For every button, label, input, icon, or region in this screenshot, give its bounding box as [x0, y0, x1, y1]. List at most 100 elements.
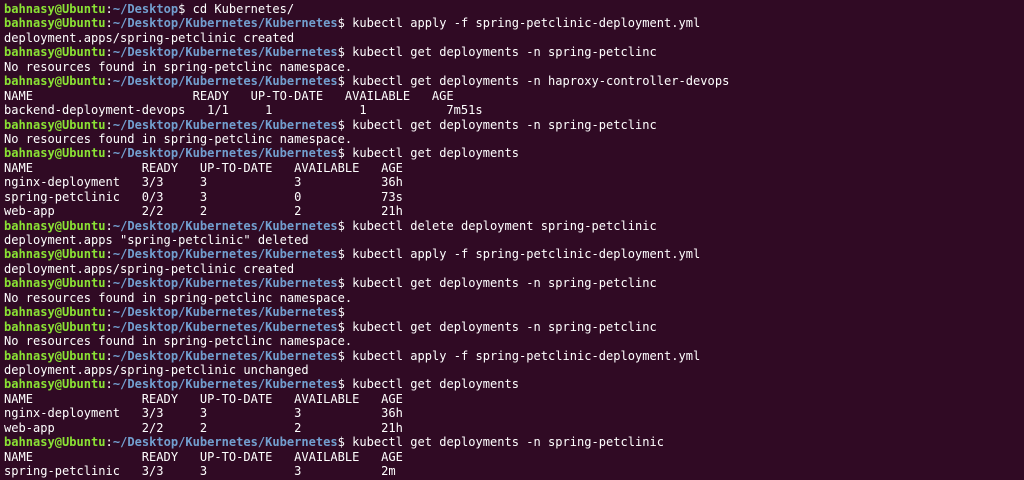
output-text: NAME READY UP-TO-DATE AVAILABLE AGE — [4, 160, 403, 175]
prompt-path: ~/Desktop/Kubernetes/Kubernetes — [112, 319, 338, 334]
output-line: web-app 2/2 2 2 21h — [4, 204, 1024, 218]
output-line: NAME READY UP-TO-DATE AVAILABLE AGE — [4, 392, 1024, 406]
prompt-separator: : — [105, 2, 113, 16]
prompt-separator: : — [105, 276, 113, 291]
prompt-symbol: $ — [337, 435, 353, 450]
command-text: kubectl get deployments -n haproxy-contr… — [352, 74, 730, 89]
output-text: spring-petclinic 0/3 3 0 73s — [4, 189, 403, 204]
prompt-path: ~/Desktop/Kubernetes/Kubernetes — [112, 305, 338, 320]
prompt-separator: : — [105, 74, 113, 89]
output-text: deployment.apps/spring-petclinic created — [4, 30, 295, 45]
output-text: nginx-deployment 3/3 3 3 36h — [4, 175, 403, 190]
output-text: No resources found in spring-petclinc na… — [4, 290, 353, 305]
output-line: deployment.apps/spring-petclinic created — [4, 31, 1024, 45]
command-text: kubectl get deployments -n spring-petcli… — [352, 117, 657, 132]
prompt-symbol: $ — [337, 146, 353, 161]
prompt-separator: : — [105, 319, 113, 334]
prompt-line: bahnasy@Ubuntu:~/Desktop/Kubernetes/Kube… — [4, 45, 1024, 59]
output-line: spring-petclinic 0/3 3 0 73s — [4, 190, 1024, 204]
prompt-path: ~/Desktop/Kubernetes/Kubernetes — [112, 218, 338, 233]
output-line: No resources found in spring-petclinc na… — [4, 291, 1024, 305]
command-text: kubectl apply -f spring-petclinic-deploy… — [352, 348, 701, 363]
prompt-line: bahnasy@Ubuntu:~/Desktop/Kubernetes/Kube… — [4, 276, 1024, 290]
output-line: NAME READY UP-TO-DATE AVAILABLE AGE — [4, 161, 1024, 175]
prompt-separator: : — [105, 377, 113, 392]
command-text: kubectl get deployments -n spring-petcli… — [352, 435, 665, 450]
prompt-line: bahnasy@Ubuntu:~/Desktop/Kubernetes/Kube… — [4, 377, 1024, 391]
prompt-path: ~/Desktop/Kubernetes/Kubernetes — [112, 377, 338, 392]
prompt-user: bahnasy@Ubuntu — [4, 74, 106, 89]
output-line: nginx-deployment 3/3 3 3 36h — [4, 406, 1024, 420]
prompt-separator: : — [105, 247, 113, 262]
command-text: kubectl get deployments — [352, 377, 519, 392]
prompt-user: bahnasy@Ubuntu — [4, 247, 106, 262]
output-text: spring-petclinic 3/3 3 3 2m — [4, 464, 396, 478]
prompt-user: bahnasy@Ubuntu — [4, 305, 106, 320]
prompt-symbol: $ — [337, 305, 345, 320]
prompt-separator: : — [105, 348, 113, 363]
prompt-user: bahnasy@Ubuntu — [4, 16, 106, 31]
prompt-user: bahnasy@Ubuntu — [4, 117, 106, 132]
command-text: kubectl delete deployment spring-petclin… — [352, 218, 657, 233]
prompt-symbol: $ — [337, 45, 353, 60]
prompt-user: bahnasy@Ubuntu — [4, 435, 106, 450]
prompt-symbol: $ — [337, 218, 353, 233]
prompt-path: ~/Desktop/Kubernetes/Kubernetes — [112, 117, 338, 132]
output-line: No resources found in spring-petclinc na… — [4, 132, 1024, 146]
output-line: backend-deployment-devops 1/1 1 1 7m51s — [4, 103, 1024, 117]
prompt-symbol: $ — [178, 2, 193, 16]
prompt-separator: : — [105, 435, 113, 450]
prompt-symbol: $ — [337, 117, 353, 132]
prompt-symbol: $ — [337, 247, 353, 262]
prompt-line: bahnasy@Ubuntu:~/Desktop/Kubernetes/Kube… — [4, 219, 1024, 233]
output-text: No resources found in spring-petclinc na… — [4, 59, 353, 74]
output-line: web-app 2/2 2 2 21h — [4, 421, 1024, 435]
prompt-user: bahnasy@Ubuntu — [4, 276, 106, 291]
output-text: deployment.apps/spring-petclinic created — [4, 261, 295, 276]
output-line: spring-petclinic 3/3 3 3 2m — [4, 464, 1024, 478]
output-line: No resources found in spring-petclinc na… — [4, 334, 1024, 348]
prompt-user: bahnasy@Ubuntu — [4, 146, 106, 161]
output-text: NAME READY UP-TO-DATE AVAILABLE AGE — [4, 88, 454, 103]
prompt-line: bahnasy@Ubuntu:~/Desktop/Kubernetes/Kube… — [4, 118, 1024, 132]
prompt-user: bahnasy@Ubuntu — [4, 2, 106, 16]
output-text: No resources found in spring-petclinc na… — [4, 334, 353, 349]
prompt-line: bahnasy@Ubuntu:~/Desktop/Kubernetes/Kube… — [4, 305, 1024, 319]
prompt-separator: : — [105, 45, 113, 60]
output-text: backend-deployment-devops 1/1 1 1 7m51s — [4, 103, 483, 118]
output-text: nginx-deployment 3/3 3 3 36h — [4, 406, 403, 421]
command-text: cd Kubernetes/ — [192, 2, 295, 16]
prompt-path: ~/Desktop/Kubernetes/Kubernetes — [112, 16, 338, 31]
output-text: deployment.apps/spring-petclinic unchang… — [4, 362, 309, 377]
output-text: web-app 2/2 2 2 21h — [4, 420, 403, 435]
prompt-path: ~/Desktop/Kubernetes/Kubernetes — [112, 74, 338, 89]
output-line: deployment.apps/spring-petclinic created — [4, 262, 1024, 276]
command-text: kubectl get deployments -n spring-petcli… — [352, 319, 657, 334]
prompt-separator: : — [105, 117, 113, 132]
command-text: kubectl get deployments -n spring-petcli… — [352, 45, 657, 60]
prompt-user: bahnasy@Ubuntu — [4, 377, 106, 392]
output-line: deployment.apps/spring-petclinic unchang… — [4, 363, 1024, 377]
output-line: NAME READY UP-TO-DATE AVAILABLE AGE — [4, 450, 1024, 464]
prompt-symbol: $ — [337, 348, 353, 363]
prompt-path: ~/Desktop/Kubernetes/Kubernetes — [112, 435, 338, 450]
command-text: kubectl apply -f spring-petclinic-deploy… — [352, 247, 701, 262]
prompt-line: bahnasy@Ubuntu:~/Desktop/Kubernetes/Kube… — [4, 320, 1024, 334]
prompt-line: bahnasy@Ubuntu:~/Desktop/Kubernetes/Kube… — [4, 74, 1024, 88]
prompt-line: bahnasy@Ubuntu:~/Desktop/Kubernetes/Kube… — [4, 16, 1024, 30]
prompt-separator: : — [105, 218, 113, 233]
prompt-line: bahnasy@Ubuntu:~/Desktop$ cd Kubernetes/ — [4, 2, 1024, 16]
prompt-user: bahnasy@Ubuntu — [4, 348, 106, 363]
terminal-window[interactable]: bahnasy@Ubuntu:~/Desktop$ cd Kubernetes/… — [0, 0, 1024, 480]
prompt-separator: : — [105, 146, 113, 161]
output-text: NAME READY UP-TO-DATE AVAILABLE AGE — [4, 449, 403, 464]
prompt-user: bahnasy@Ubuntu — [4, 218, 106, 233]
prompt-user: bahnasy@Ubuntu — [4, 319, 106, 334]
prompt-path: ~/Desktop/Kubernetes/Kubernetes — [112, 45, 338, 60]
prompt-path: ~/Desktop/Kubernetes/Kubernetes — [112, 146, 338, 161]
prompt-separator: : — [105, 16, 113, 31]
command-text: kubectl get deployments -n spring-petcli… — [352, 276, 657, 291]
prompt-symbol: $ — [337, 74, 353, 89]
prompt-line: bahnasy@Ubuntu:~/Desktop/Kubernetes/Kube… — [4, 435, 1024, 449]
prompt-path: ~/Desktop/Kubernetes/Kubernetes — [112, 348, 338, 363]
